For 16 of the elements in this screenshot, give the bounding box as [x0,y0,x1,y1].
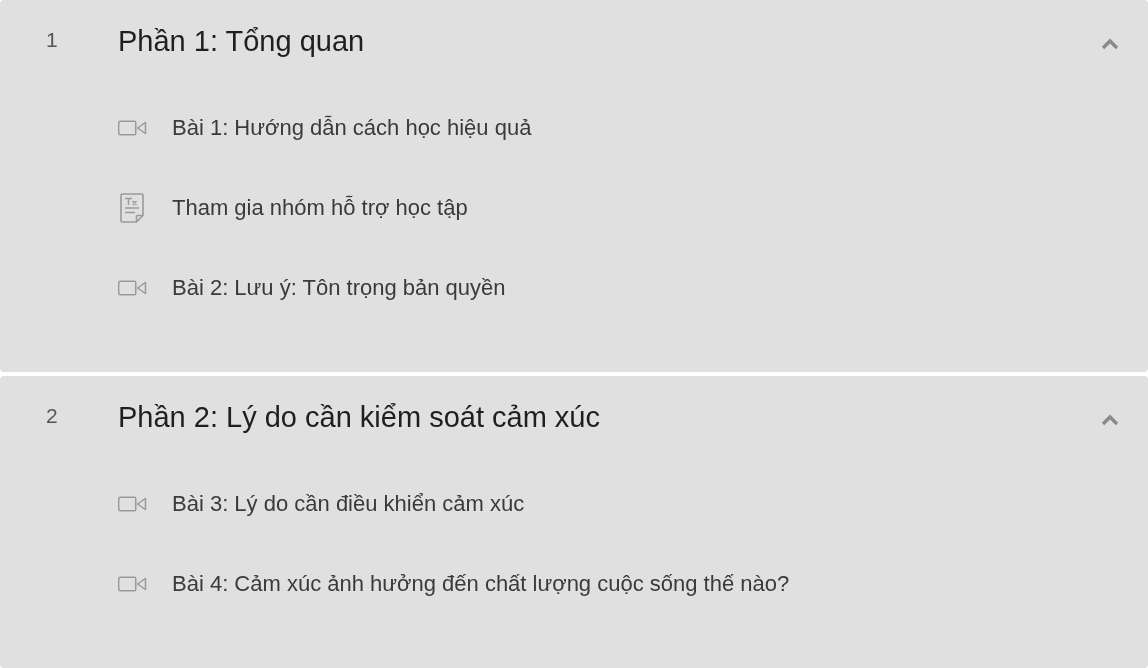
video-camera-icon [118,496,147,512]
section-number: 1 [46,27,59,52]
video-camera-icon [118,280,147,296]
lesson-link[interactable]: Tham gia nhóm hỗ trợ học tập [172,195,468,221]
section-number: 2 [46,403,59,428]
section-title[interactable]: Phần 2: Lý do cần kiểm soát cảm xúc [118,400,600,434]
lesson-link[interactable]: Bài 3: Lý do cần điều khiển cảm xúc [172,491,525,517]
video-camera-icon [118,120,147,136]
document-icon [120,193,144,223]
chevron-up-icon[interactable] [1101,38,1119,50]
lesson-link[interactable]: Bài 1: Hướng dẫn cách học hiệu quả [172,115,532,141]
chevron-up-icon[interactable] [1101,414,1119,426]
section-title[interactable]: Phần 1: Tổng quan [118,24,365,58]
video-camera-icon [118,576,147,592]
lesson-link[interactable]: Bài 2: Lưu ý: Tôn trọng bản quyền [172,275,506,301]
lesson-link[interactable]: Bài 4: Cảm xúc ảnh hưởng đến chất lượng cuộc sống thế nào? [172,571,790,597]
